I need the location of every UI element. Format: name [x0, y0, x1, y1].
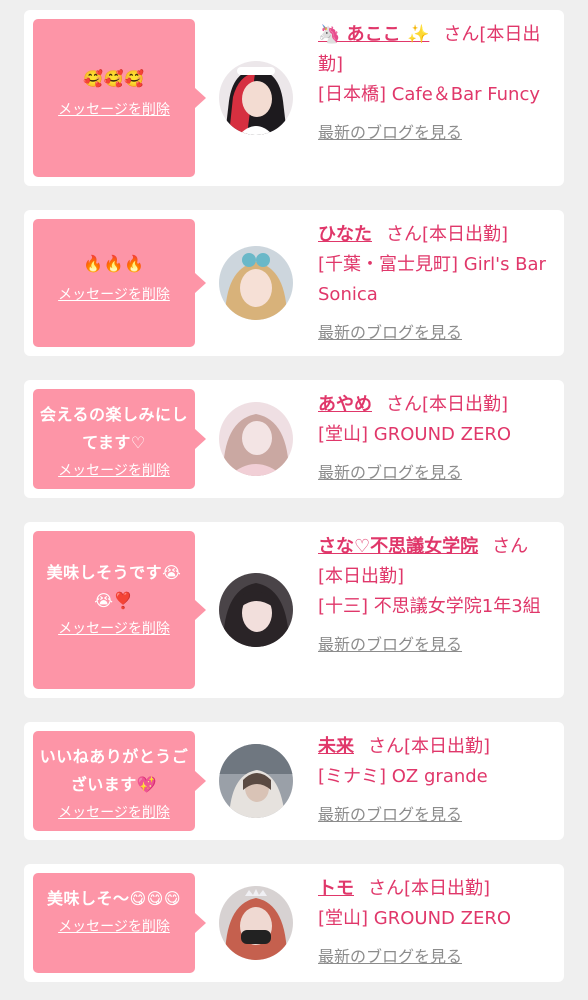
shop-text: [堂山] GROUND ZERO	[318, 908, 511, 929]
shop-text: [千葉・富士見町] Girl's Bar Sonica	[318, 254, 546, 305]
message-bubble: 美味しそうです😭😭❣️ メッセージを削除	[33, 531, 206, 689]
message-bubble: 会えるの楽しみにしてます♡ メッセージを削除	[33, 389, 206, 489]
message-text: 会えるの楽しみにしてます♡	[39, 405, 189, 452]
status-text: さん[本日出勤]	[386, 224, 509, 245]
status-text: さん[本日出勤]	[368, 878, 491, 899]
delete-message-link[interactable]: メッセージを削除	[39, 916, 189, 936]
entry-info: トモ さん[本日出勤] [堂山] GROUND ZERO 最新のブログを見る	[318, 874, 552, 972]
entry-info: あやめ さん[本日出勤] [堂山] GROUND ZERO 最新のブログを見る	[318, 390, 552, 488]
user-name-link[interactable]: 🦄 あここ ✨	[318, 24, 429, 45]
list-item: 美味しそうです😭😭❣️ メッセージを削除 さな♡不思議女学院 さん[本日出勤] […	[24, 522, 564, 698]
status-text: さん[本日出勤]	[386, 394, 509, 415]
blog-link[interactable]: 最新のブログを見る	[318, 800, 552, 830]
avatar[interactable]	[219, 573, 293, 647]
entry-info: 未来 さん[本日出勤] [ミナミ] OZ grande 最新のブログを見る	[318, 732, 552, 830]
entry-info: 🦄 あここ ✨ さん[本日出勤] [日本橋] Cafe＆Bar Funcy 最新の…	[318, 20, 552, 148]
user-name-link[interactable]: さな♡不思議女学院	[318, 536, 478, 557]
blog-link[interactable]: 最新のブログを見る	[318, 942, 552, 972]
shop-text: [ミナミ] OZ grande	[318, 766, 488, 787]
delete-message-link[interactable]: メッセージを削除	[39, 802, 189, 822]
avatar[interactable]	[219, 61, 293, 135]
user-name-link[interactable]: あやめ	[318, 394, 372, 415]
shop-text: [日本橋] Cafe＆Bar Funcy	[318, 84, 541, 105]
avatar[interactable]	[219, 744, 293, 818]
user-name-link[interactable]: 未来	[318, 736, 354, 757]
list-item: 会えるの楽しみにしてます♡ メッセージを削除 あやめ さん[本日出勤] [堂山] …	[24, 380, 564, 498]
delete-message-link[interactable]: メッセージを削除	[39, 284, 189, 304]
delete-message-link[interactable]: メッセージを削除	[39, 460, 189, 480]
avatar[interactable]	[219, 246, 293, 320]
message-text: 美味しそ〜😋😋😋	[46, 889, 182, 908]
message-text: 美味しそうです😭😭❣️	[46, 563, 182, 610]
blog-link[interactable]: 最新のブログを見る	[318, 630, 552, 660]
entry-info: さな♡不思議女学院 さん[本日出勤] [十三] 不思議女学院1年3組 最新のブログ…	[318, 532, 552, 660]
shop-text: [堂山] GROUND ZERO	[318, 424, 511, 445]
delete-message-link[interactable]: メッセージを削除	[39, 618, 189, 638]
message-text: 🥰🥰🥰	[83, 69, 145, 88]
message-text: いいねありがとうございます💖	[39, 747, 189, 794]
message-bubble: いいねありがとうございます💖 メッセージを削除	[33, 731, 206, 831]
user-name-link[interactable]: ひなた	[318, 224, 372, 245]
shop-text: [十三] 不思議女学院1年3組	[318, 596, 541, 617]
list-item: いいねありがとうございます💖 メッセージを削除 未来 さん[本日出勤] [ミナミ]…	[24, 722, 564, 840]
message-bubble: 美味しそ〜😋😋😋 メッセージを削除	[33, 873, 206, 973]
delete-message-link[interactable]: メッセージを削除	[39, 99, 189, 119]
avatar[interactable]	[219, 886, 293, 960]
blog-link[interactable]: 最新のブログを見る	[318, 318, 552, 348]
entry-info: ひなた さん[本日出勤] [千葉・富士見町] Girl's Bar Sonica …	[318, 220, 552, 348]
message-text: 🔥🔥🔥	[83, 254, 145, 273]
list-item: 🥰🥰🥰 メッセージを削除 🦄 あここ ✨ さん[本日出勤] [日本橋] Cafe＆…	[24, 10, 564, 186]
message-list: 🥰🥰🥰 メッセージを削除 🦄 あここ ✨ さん[本日出勤] [日本橋] Cafe＆…	[0, 0, 588, 1000]
user-name-link[interactable]: トモ	[318, 878, 354, 899]
status-text: さん[本日出勤]	[368, 736, 491, 757]
list-item: 🔥🔥🔥 メッセージを削除 ひなた さん[本日出勤] [千葉・富士見町] Girl'…	[24, 210, 564, 356]
message-bubble: 🥰🥰🥰 メッセージを削除	[33, 19, 206, 177]
blog-link[interactable]: 最新のブログを見る	[318, 458, 552, 488]
list-item: 美味しそ〜😋😋😋 メッセージを削除 トモ さん[本日出勤] [堂山] GROUND…	[24, 864, 564, 982]
blog-link[interactable]: 最新のブログを見る	[318, 118, 552, 148]
message-bubble: 🔥🔥🔥 メッセージを削除	[33, 219, 206, 347]
avatar[interactable]	[219, 402, 293, 476]
